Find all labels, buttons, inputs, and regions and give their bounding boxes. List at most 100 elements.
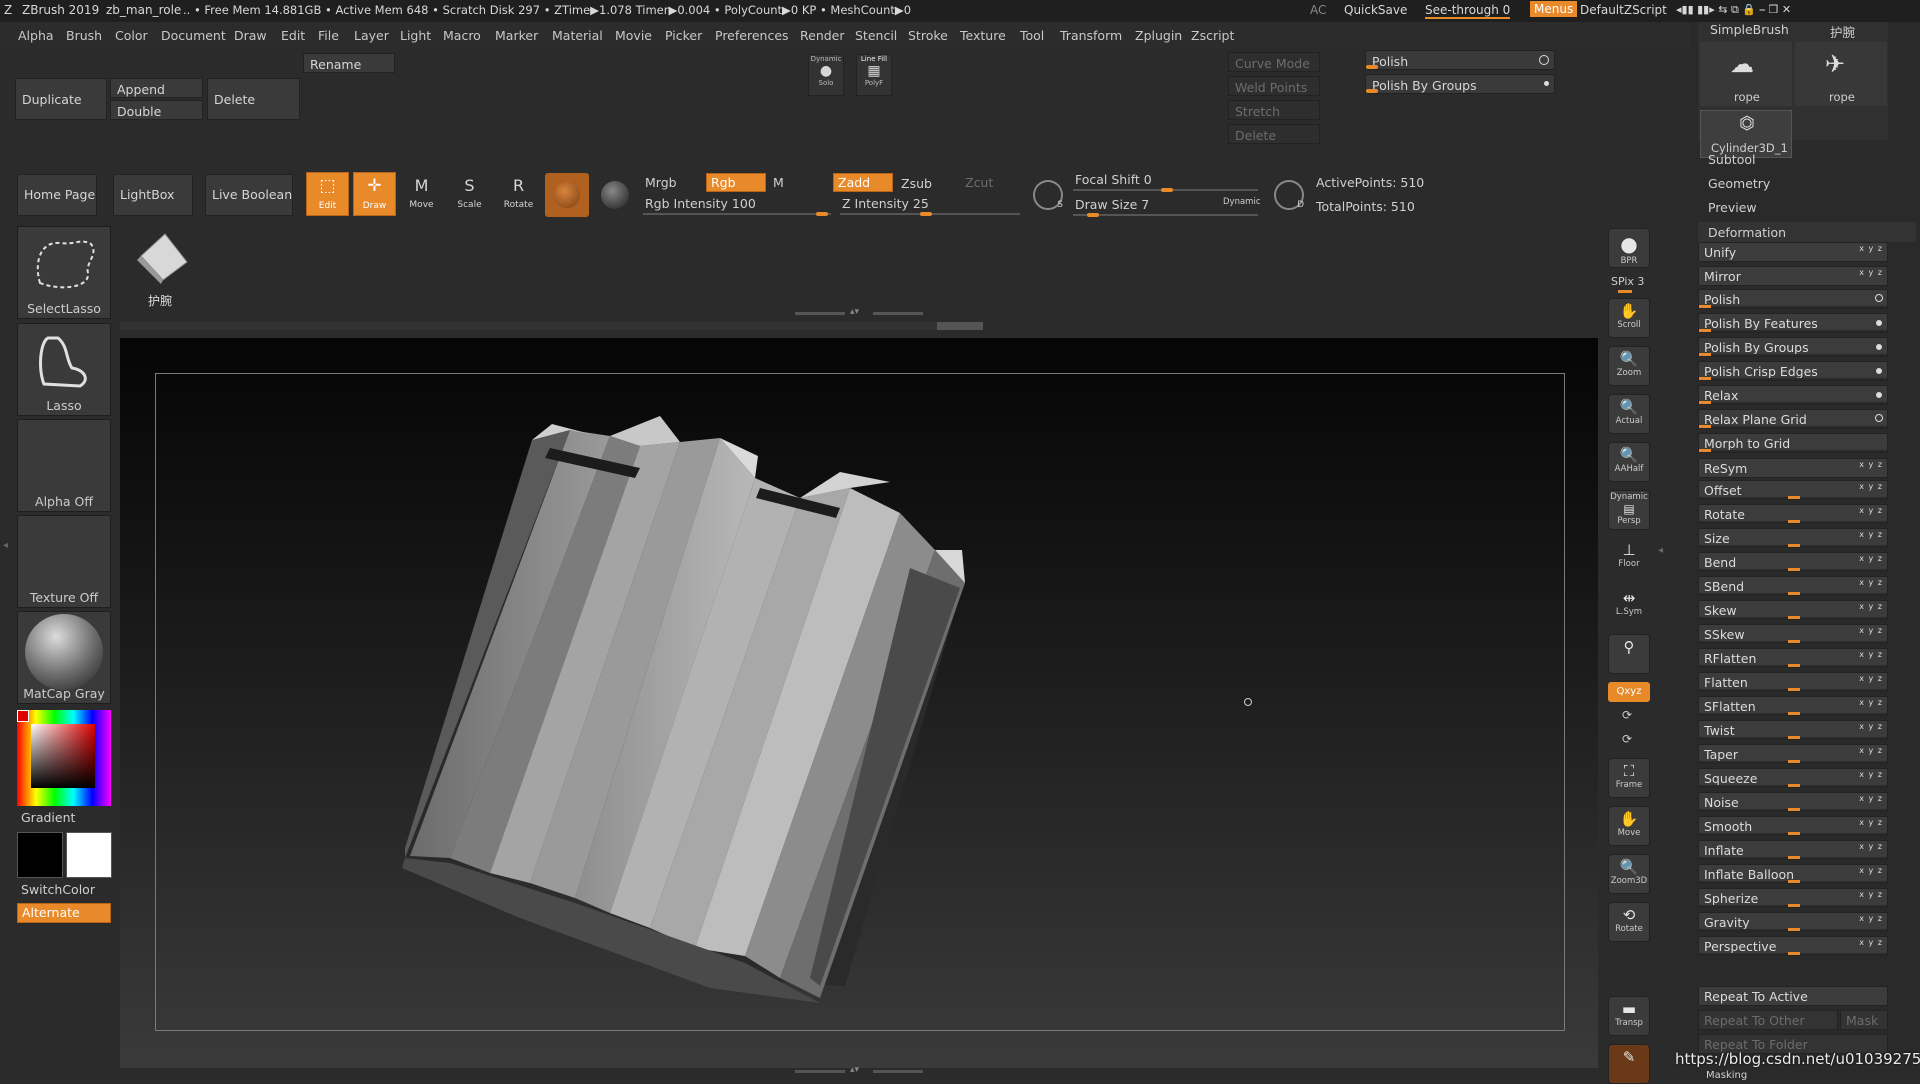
menu-transform[interactable]: Transform [1060, 28, 1122, 43]
polish-by-groups-slider[interactable]: Polish By Groups [1365, 74, 1555, 94]
menu-zplugin[interactable]: Zplugin [1135, 28, 1182, 43]
slider-knob[interactable] [1788, 880, 1800, 883]
deformation-bend-slider[interactable]: Bend x y z [1698, 552, 1888, 572]
deformation-header[interactable]: Deformation [1698, 222, 1916, 242]
primary-color-swatch[interactable] [17, 710, 29, 722]
slider-knob[interactable] [1788, 496, 1800, 499]
xyz-axis-icon[interactable]: x y z [1859, 794, 1883, 803]
mrgb-button[interactable]: Mrgb [645, 175, 677, 190]
dot-toggle-icon[interactable] [1876, 344, 1882, 350]
xyz-axis-icon[interactable]: x y z [1859, 746, 1883, 755]
xyz-axis-icon[interactable]: x y z [1859, 268, 1883, 277]
rotate-mode-button[interactable]: R Rotate [497, 172, 540, 216]
slider-knob[interactable] [1788, 832, 1800, 835]
bpr-button[interactable]: ● BPR [1608, 228, 1650, 268]
zadd-button[interactable]: Zadd [833, 173, 893, 192]
deformation-flatten-slider[interactable]: Flatten x y z [1698, 672, 1888, 692]
xyz-axis-icon[interactable]: x y z [1859, 890, 1883, 899]
scroll-button[interactable]: ✋ Scroll [1608, 298, 1650, 338]
secondary-color-swatch[interactable] [66, 832, 112, 878]
deformation-relax-slider[interactable]: Relax [1698, 385, 1888, 405]
xyz-axis-icon[interactable]: x y z [1859, 244, 1883, 253]
xyz-axis-icon[interactable]: x y z [1859, 842, 1883, 851]
aahalf-button[interactable]: 🔍 AAHalf [1608, 442, 1650, 482]
menu-brush[interactable]: Brush [66, 28, 102, 43]
rope-thumb-1[interactable]: ☁ rope [1700, 42, 1792, 106]
simplebrush-label[interactable]: SimpleBrush [1710, 22, 1789, 37]
deformation-morph-to-grid-slider[interactable]: Morph to Grid [1698, 433, 1888, 453]
ring-toggle-icon[interactable] [1875, 294, 1883, 302]
top-shelf-scrollbar[interactable] [120, 322, 980, 330]
default-zscript-button[interactable]: DefaultZScript [1580, 3, 1667, 17]
deformation-spherize-slider[interactable]: Spherize x y z [1698, 888, 1888, 908]
m-button[interactable]: M [773, 175, 784, 190]
color-square[interactable] [31, 724, 95, 788]
rotate-y-icon[interactable]: ⟳ [1622, 708, 1632, 722]
see-through-slider[interactable]: See-through 0 [1425, 3, 1511, 19]
slider-knob[interactable] [1788, 736, 1800, 739]
alternate-button[interactable]: Alternate [17, 903, 111, 923]
zoom-button[interactable]: 🔍 Zoom [1608, 346, 1650, 386]
huwan-label[interactable]: 护腕 [1830, 22, 1855, 41]
slider-knob[interactable] [1788, 592, 1800, 595]
slider-knob[interactable] [1699, 449, 1711, 452]
rgb-intensity-slider[interactable]: Rgb Intensity 100 [643, 196, 831, 216]
slider-knob[interactable] [1788, 688, 1800, 691]
deformation-polish-by-groups-slider[interactable]: Polish By Groups [1698, 337, 1888, 357]
scale-mode-button[interactable]: S Scale [448, 172, 491, 216]
dynamic-label[interactable]: Dynamic [1223, 197, 1261, 207]
xyz-axis-icon[interactable]: x y z [1859, 578, 1883, 587]
top-divider-handle[interactable]: ▴▾ [795, 307, 925, 318]
curve-mode-button[interactable]: Curve Mode [1228, 52, 1320, 72]
deformation-mirror-slider[interactable]: Mirror x y z [1698, 266, 1888, 286]
deformation-skew-slider[interactable]: Skew x y z [1698, 600, 1888, 620]
slider-knob[interactable] [1788, 712, 1800, 715]
menu-document[interactable]: Document [161, 28, 226, 43]
menu-material[interactable]: Material [552, 28, 603, 43]
xyz-axis-icon[interactable]: x y z [1859, 938, 1883, 947]
deformation-taper-slider[interactable]: Taper x y z [1698, 744, 1888, 764]
weld-points-button[interactable]: Weld Points [1228, 76, 1320, 96]
menu-picker[interactable]: Picker [665, 28, 702, 43]
deformation-squeeze-slider[interactable]: Squeeze x y z [1698, 768, 1888, 788]
switchcolor-button[interactable]: SwitchColor [21, 882, 95, 897]
dot-toggle-icon[interactable] [1876, 368, 1882, 374]
xyz-axis-icon[interactable]: x y z [1859, 698, 1883, 707]
xyz-axis-icon[interactable]: x y z [1859, 650, 1883, 659]
slider-knob[interactable] [1788, 904, 1800, 907]
dot-toggle-icon[interactable] [1876, 320, 1882, 326]
menu-stencil[interactable]: Stencil [855, 28, 897, 43]
canvas-viewport[interactable] [120, 338, 1598, 1068]
texture-slot[interactable]: Texture Off [17, 515, 111, 608]
current-brush-thumb[interactable]: 护腕 [128, 226, 198, 312]
menu-movie[interactable]: Movie [615, 28, 652, 43]
move-view-button[interactable]: ✋ Move [1608, 806, 1650, 846]
xyz-axis-icon[interactable]: x y z [1859, 602, 1883, 611]
quicksave-button[interactable]: QuickSave [1344, 3, 1407, 17]
deformation-resym-slider[interactable]: ReSym x y z [1698, 458, 1888, 478]
actual-button[interactable]: 🔍 Actual [1608, 394, 1650, 434]
xyz-axis-icon[interactable]: x y z [1859, 626, 1883, 635]
deformation-rotate-slider[interactable]: Rotate x y z [1698, 504, 1888, 524]
lsym-button[interactable]: ⇹ L.Sym [1608, 586, 1650, 626]
menu-preferences[interactable]: Preferences [715, 28, 789, 43]
deformation-inflate-slider[interactable]: Inflate x y z [1698, 840, 1888, 860]
append-button[interactable]: Append [110, 78, 203, 98]
slider-knob[interactable] [1788, 808, 1800, 811]
menu-alpha[interactable]: Alpha [18, 28, 54, 43]
live-boolean-button[interactable]: Live Boolean [205, 174, 293, 216]
menu-tool[interactable]: Tool [1020, 28, 1044, 43]
zcut-button[interactable]: Zcut [965, 175, 993, 190]
masking-section[interactable]: Masking [1706, 1070, 1747, 1081]
deformation-sskew-slider[interactable]: SSkew x y z [1698, 624, 1888, 644]
dynamic-subdiv-icon[interactable]: D [1274, 180, 1304, 210]
stretch-button[interactable]: Stretch [1228, 100, 1320, 120]
layout-icons[interactable]: ◂▮▮ ▮▮▸ ⇆ ⧉ 🔒 ⎯ ❐ ✕ [1676, 3, 1791, 17]
menus-toggle[interactable]: Menus [1530, 1, 1578, 17]
repeat-to-active-button[interactable]: Repeat To Active [1698, 986, 1888, 1006]
slider-knob[interactable] [1788, 568, 1800, 571]
slider-knob[interactable] [1788, 616, 1800, 619]
slider-knob[interactable] [1788, 664, 1800, 667]
rename-button[interactable]: Rename [303, 53, 395, 73]
ghost-button[interactable]: ✎ [1608, 1044, 1650, 1084]
